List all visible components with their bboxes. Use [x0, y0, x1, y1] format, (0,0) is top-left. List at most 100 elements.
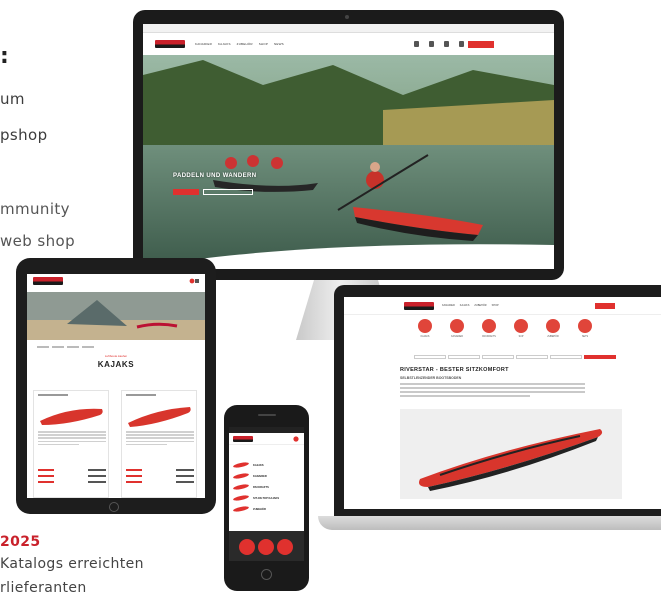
phone-screen: KAJAKS KANADIER PACKRAFTS SIT-ON-TOP KAJ…: [229, 427, 304, 561]
category-label: SUP: [518, 336, 524, 338]
hero-headline: PADDELN UND WANDERN: [173, 173, 257, 179]
menu-icon[interactable]: [292, 435, 300, 442]
brand-logo[interactable]: [155, 40, 185, 48]
description-text: [400, 383, 585, 399]
category-label: KAJAKS: [420, 336, 430, 338]
footer-button[interactable]: [258, 539, 274, 555]
tab[interactable]: [448, 355, 480, 359]
page-title: KAJAKS: [97, 360, 135, 369]
category-icon: [546, 319, 560, 333]
kayak-icon: [232, 461, 250, 469]
tab[interactable]: [414, 355, 446, 359]
body-text-fragment: um: [0, 90, 25, 108]
kayak-icon: [232, 494, 250, 502]
header-cta-button[interactable]: [468, 41, 494, 48]
tablet: Luftboote kaufen KAJAKS: [16, 258, 216, 514]
tab[interactable]: [482, 355, 514, 359]
body-text-fragment: mmunity: [0, 200, 70, 218]
category-item[interactable]: ZUBEHÖR: [546, 319, 560, 338]
hero-primary-button[interactable]: [173, 189, 199, 195]
list-item[interactable]: KAJAKS: [232, 461, 301, 469]
menu-icon[interactable]: [189, 278, 199, 284]
category-item[interactable]: SETS: [578, 319, 592, 338]
tab-active[interactable]: [584, 355, 616, 359]
account-icon[interactable]: [429, 41, 434, 47]
header-cta-button[interactable]: [595, 303, 615, 309]
product-card[interactable]: [121, 390, 197, 498]
nav-item[interactable]: SHOP: [259, 42, 268, 46]
tent-photo: [27, 292, 205, 340]
body-text-fragment: rlieferanten: [0, 580, 87, 592]
kayak-icon: [232, 483, 250, 491]
category-label: PACKRAFTS: [482, 336, 496, 338]
nav-item[interactable]: SHOP: [492, 304, 499, 307]
desktop-monitor: KANADIER KAJAKS ZUBEHÖR SHOP NEWS PADDEL…: [133, 10, 564, 280]
site-header: KANADIER KAJAKS ZUBEHÖR SHOP NEWS: [143, 33, 554, 55]
home-button[interactable]: [261, 569, 272, 580]
hero-photo: [143, 55, 554, 269]
list-item[interactable]: KANADIER: [232, 472, 301, 480]
list-item[interactable]: ZUBEHÖR: [232, 505, 301, 513]
breadcrumb: [37, 346, 94, 348]
list-item[interactable]: PACKRAFTS: [232, 483, 301, 491]
hero-image: [27, 292, 205, 340]
hero-image: PADDELN UND WANDERN: [143, 55, 554, 269]
year-label: 2025: [0, 534, 41, 550]
site-header: [27, 274, 205, 288]
cart-icon[interactable]: [459, 41, 464, 47]
site-header: [229, 433, 304, 445]
footer-button[interactable]: [239, 539, 255, 555]
category-list: KAJAKS KANADIER PACKRAFTS SIT-ON-TOP KAJ…: [232, 461, 301, 518]
list-item-label: KANADIER: [253, 474, 267, 478]
category-item[interactable]: KANADIER: [450, 319, 464, 338]
search-icon[interactable]: [414, 41, 419, 47]
smartphone: KAJAKS KANADIER PACKRAFTS SIT-ON-TOP KAJ…: [224, 405, 309, 591]
product-card[interactable]: [33, 390, 109, 498]
brand-logo[interactable]: [33, 277, 63, 285]
nav-item[interactable]: KANADIER: [442, 304, 455, 307]
wishlist-icon[interactable]: [444, 41, 449, 47]
nav-item[interactable]: KAJAKS: [218, 42, 231, 46]
category-icon: [514, 319, 528, 333]
nav-item[interactable]: ZUBEHÖR: [474, 304, 486, 307]
product-tabs: [414, 355, 616, 359]
home-button[interactable]: [109, 502, 119, 512]
list-item-label: ZUBEHÖR: [253, 507, 266, 511]
nav-item[interactable]: KAJAKS: [460, 304, 470, 307]
nav-item[interactable]: NEWS: [274, 42, 284, 46]
category-label: ZUBEHÖR: [547, 336, 559, 338]
body-text-fragment: pshop: [0, 126, 48, 144]
tab[interactable]: [516, 355, 548, 359]
category-item[interactable]: SUP: [514, 319, 528, 338]
tablet-screen: Luftboote kaufen KAJAKS: [27, 274, 205, 498]
category-icon: [578, 319, 592, 333]
phone-footer: [229, 531, 304, 561]
footer-button[interactable]: [277, 539, 293, 555]
kayak-image: [419, 429, 603, 491]
nav-item[interactable]: ZUBEHÖR: [237, 42, 253, 46]
body-text-fragment: Katalogs erreichten: [0, 556, 144, 572]
page-kicker: Luftboote kaufen: [104, 354, 128, 358]
list-item[interactable]: SIT-ON-TOP KAJAKS: [232, 494, 301, 502]
category-item[interactable]: KAJAKS: [418, 319, 432, 338]
list-item-label: SIT-ON-TOP KAJAKS: [253, 496, 280, 500]
brand-logo[interactable]: [404, 301, 434, 310]
main-nav: KANADIER KAJAKS ZUBEHÖR SHOP: [442, 304, 499, 307]
category-icon: [418, 319, 432, 333]
nav-item[interactable]: KANADIER: [195, 42, 212, 46]
category-item[interactable]: PACKRAFTS: [482, 319, 496, 338]
list-item-label: KAJAKS: [253, 463, 264, 467]
category-icon: [482, 319, 496, 333]
category-label: KANADIER: [451, 336, 463, 338]
brand-logo[interactable]: [233, 435, 253, 442]
hero-secondary-button[interactable]: [203, 189, 253, 195]
product-image: [400, 409, 622, 499]
kayak-icon: [232, 472, 250, 480]
section-title: RIVERSTAR - BESTER SITZKOMFORT: [400, 367, 509, 373]
desktop-screen: KANADIER KAJAKS ZUBEHÖR SHOP NEWS PADDEL…: [143, 24, 554, 269]
laptop-screen: KANADIER KAJAKS ZUBEHÖR SHOP KAJAKS KANA…: [344, 297, 661, 509]
kayak-icon: [232, 505, 250, 513]
heading-fragment: :: [0, 44, 10, 69]
tab[interactable]: [550, 355, 582, 359]
category-circles: KAJAKS KANADIER PACKRAFTS SUP ZUBEHÖR SE…: [418, 319, 592, 338]
